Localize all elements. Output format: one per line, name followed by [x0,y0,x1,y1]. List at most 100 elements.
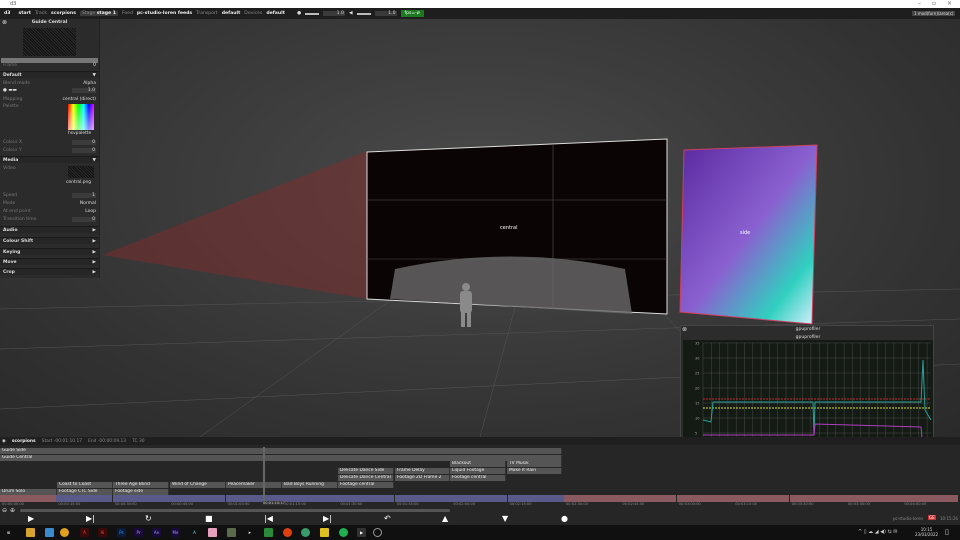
notifications-icon[interactable]: ▯ [945,528,949,536]
section-keying[interactable]: Keying ▶ [0,248,99,255]
section-marker[interactable] [0,495,56,502]
timeline-scrollbar[interactable] [20,509,450,512]
track-select[interactable]: scorpions [51,11,76,16]
speed-field[interactable]: 1 [72,193,96,198]
volume-value[interactable]: 1.0 [374,11,397,16]
blend-mode-value[interactable]: Alpha [83,81,96,86]
timeline-clip[interactable]: Three Age Blind [113,482,169,488]
transport-select[interactable]: default [222,11,241,16]
timeline-clip[interactable]: Footage central [338,482,394,488]
section-marker[interactable] [902,495,959,502]
brightness-field[interactable]: 1.0 [72,88,96,93]
section-marker[interactable] [676,495,733,502]
start-menu-icon[interactable]: ⊞ [4,528,13,537]
app-green3-icon[interactable] [339,528,348,537]
at-end-value[interactable]: Loop [85,209,96,214]
clock[interactable]: 10:15 23/03/2022 [915,527,938,537]
section-marker[interactable] [733,495,790,502]
illustrator-icon[interactable]: Ai [98,528,107,537]
photoshop-icon[interactable]: Ps [117,528,126,537]
app-orange-icon[interactable] [283,528,292,537]
record-button[interactable]: ● [561,515,568,523]
play-to-end-button[interactable]: ▶| [86,515,95,523]
section-crop[interactable]: Crop ▶ [0,268,99,275]
timeline[interactable]: ◉ scorpions Start -00:01:10.17 End -00:0… [0,437,960,515]
timeline-clip[interactable]: TV Musik [507,461,562,467]
timeline-clip[interactable]: Delicate Dance Side [338,468,394,474]
playhead[interactable] [263,447,265,505]
mode-value[interactable]: Normal [80,201,96,206]
up-button[interactable]: ▲ [442,515,448,523]
section-marker[interactable] [507,495,564,502]
layer-guide-side[interactable]: Guide Side [0,448,562,454]
section-marker[interactable] [394,495,451,502]
devices-select[interactable]: default [266,11,285,16]
frame-value[interactable]: 0 [93,63,96,68]
timeline-clip[interactable]: Delicate Dance Central [338,475,394,481]
fps-indicator[interactable]: fps=-ø [400,10,424,17]
timeline-clip[interactable]: Blackout [450,461,506,467]
section-marker[interactable] [564,495,620,502]
app-a-icon[interactable]: A [190,528,199,537]
section-marker[interactable] [282,495,338,502]
file-explorer-icon[interactable] [26,528,35,537]
cursor-app-icon[interactable]: ➤ [245,528,254,537]
app-teal-icon[interactable] [301,528,310,537]
mapping-value[interactable]: central (direct) [62,97,96,102]
section-marker[interactable] [169,495,226,502]
palette-swatch[interactable] [68,104,94,130]
section-default[interactable]: Default ▼ [0,71,99,78]
section-move[interactable]: Move ▶ [0,258,99,265]
timeline-clip[interactable]: Footage 2D Frame 2 [395,475,450,481]
section-media[interactable]: Media ▼ [0,156,99,163]
previous-section-button[interactable]: |◀ [264,515,273,523]
brightness-slider[interactable] [304,12,319,15]
timeline-clip[interactable]: Wind of Change [170,482,226,488]
maximize-button[interactable]: ▫ [932,0,936,8]
media-encoder-icon[interactable]: Me [171,528,180,537]
app-green-icon[interactable] [227,528,236,537]
transition-field[interactable]: 0 [72,217,96,222]
timeline-clip[interactable]: Coast to Coast [57,482,113,488]
start-button[interactable]: start [19,11,32,16]
video-thumbnail[interactable] [68,166,94,178]
after-effects-icon[interactable]: Ae [152,528,161,537]
colour-y-field[interactable]: 0 [72,148,96,153]
gpu-profiler-window[interactable]: ⊗ gpuprofiler gpuprofiler 35 30 25 20 15 10 5 [680,325,934,438]
feed-select[interactable]: pc-studio-loren feeds [137,11,192,16]
section-marker[interactable] [789,495,846,502]
timeline-clip[interactable]: Footage central [450,475,506,481]
app-circle-icon[interactable] [373,528,382,537]
down-button[interactable]: ▼ [502,515,508,523]
app-yellow-icon[interactable] [320,528,329,537]
timeline-clip[interactable]: Frame Delay [395,468,450,474]
section-marker[interactable] [451,495,508,502]
timeline-clip[interactable]: Liquid Footage [450,468,506,474]
d3-app-icon[interactable]: ▶ [357,528,366,537]
premiere-icon[interactable]: Pr [134,528,143,537]
section-marker[interactable] [338,495,395,502]
section-colour-shift[interactable]: Colour Shift ▶ [0,237,99,244]
stage-select[interactable]: stage 1 [97,11,116,16]
app-pink-icon[interactable] [208,528,217,537]
section-marker[interactable] [56,495,113,502]
brightness-value[interactable]: 1.0 [322,11,345,16]
timeline-clip[interactable]: Peacemaker [226,482,282,488]
loop-section-button[interactable]: ↻ [145,515,152,523]
app-logo[interactable]: d3 [4,11,11,16]
close-button[interactable]: × [947,0,952,8]
section-marker[interactable] [846,495,902,502]
return-button[interactable]: ↶ [384,515,391,523]
volume-slider[interactable] [356,12,371,15]
timeline-clip[interactable]: Make It Rain [507,468,562,474]
colour-x-field[interactable]: 0 [72,140,96,145]
timeline-clip[interactable]: Bad Boys Running [282,482,338,488]
section-marker[interactable] [620,495,677,502]
user-field[interactable]: 1 mod(furn)/area(c) [912,11,956,16]
store-icon[interactable] [45,528,54,537]
play-button[interactable]: ▶ [28,515,34,523]
chrome-icon[interactable] [60,528,69,537]
section-audio[interactable]: Audio ▶ [0,226,99,233]
stop-button[interactable]: ■ [205,515,213,523]
section-marker[interactable] [112,495,169,502]
